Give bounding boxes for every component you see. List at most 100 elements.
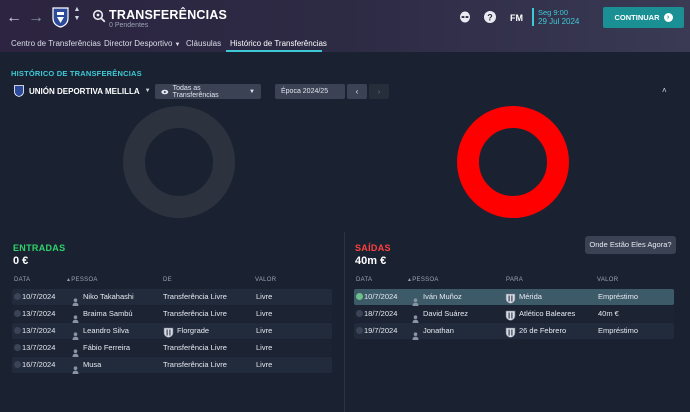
fm-menu-button[interactable]: FM: [510, 13, 523, 23]
tab-bar: Centro de Transferências Director Despor…: [0, 36, 690, 52]
cell-to-club[interactable]: 26 de Febrero: [519, 326, 566, 335]
person-icon: [412, 310, 419, 323]
column-person[interactable]: ▲PESSOA: [66, 277, 98, 283]
person-icon: [72, 310, 79, 323]
alien-icon[interactable]: [458, 10, 472, 24]
person-icon: [72, 327, 79, 340]
next-season-button[interactable]: ›: [369, 84, 389, 99]
cell-value: 40m €: [598, 309, 619, 318]
outgoing-heading: SAÍDAS: [355, 243, 391, 253]
active-tab-indicator: [226, 50, 322, 52]
cell-person[interactable]: Fábio Ferreira: [83, 343, 130, 352]
table-row[interactable]: 10/7/2024 Niko Takahashi Transferência Liv…: [12, 289, 332, 306]
cell-date: 13/7/2024: [22, 326, 56, 335]
table-row[interactable]: 10/7/2024 Iván Muñoz Mérida Empréstimo: [354, 289, 674, 306]
club-logo-icon: [505, 308, 516, 321]
person-icon: [412, 327, 419, 340]
cell-person[interactable]: David Suárez: [423, 309, 468, 318]
previous-season-button[interactable]: ‹: [347, 84, 367, 99]
cell-person[interactable]: Niko Takahashi: [83, 292, 134, 301]
column-value[interactable]: VALOR: [597, 277, 618, 283]
table-row[interactable]: 19/7/2024 Jonathan 26 de Febrero Empréstimo: [354, 323, 674, 340]
club-crest-icon: [14, 85, 24, 97]
table-row[interactable]: 13/7/2024 Leandro Silva Florgrade Livre: [12, 323, 332, 340]
cell-value: Livre: [256, 360, 273, 369]
outgoing-donut-ring: [457, 106, 569, 218]
continue-button[interactable]: CONTINUAR ›: [603, 7, 684, 28]
column-value[interactable]: VALOR: [255, 277, 276, 283]
cell-person[interactable]: Iván Muñoz: [423, 292, 462, 301]
cell-person[interactable]: Leandro Silva: [83, 326, 129, 335]
cell-from-club[interactable]: Florgrade: [177, 326, 209, 335]
cell-date: 16/7/2024: [22, 360, 56, 369]
column-divider: [344, 232, 345, 412]
tab-transfer-centre[interactable]: Centro de Transferências: [11, 39, 101, 48]
chevron-down-icon: ▼: [174, 42, 181, 48]
cell-person[interactable]: Braima Sambú: [83, 309, 133, 318]
cell-to-club[interactable]: Mérida: [519, 292, 542, 301]
column-from[interactable]: DE: [163, 277, 172, 283]
tab-director-of-football[interactable]: Director Desportivo ▼: [104, 39, 180, 48]
cell-date: 18/7/2024: [364, 309, 398, 318]
person-icon: [72, 293, 79, 306]
filter-label: Todas as Transferências: [172, 84, 219, 99]
season-dropdown[interactable]: Época 2024/25: [275, 84, 345, 99]
current-time: Seg 9:00: [538, 8, 569, 17]
current-date: 29 Jul 2024: [538, 17, 580, 26]
cell-from-club[interactable]: Transferência Livre: [163, 360, 227, 369]
cell-date: 19/7/2024: [364, 326, 398, 335]
cell-date: 13/7/2024: [22, 343, 56, 352]
person-icon: [72, 361, 79, 374]
status-dot-icon: [356, 310, 363, 317]
cell-from-club[interactable]: Transferência Livre: [163, 343, 227, 352]
outgoing-donut-chart: [457, 106, 569, 218]
cell-person[interactable]: Musa: [83, 360, 101, 369]
svg-text:?: ?: [487, 12, 493, 22]
search-icon: [92, 9, 106, 23]
forward-arrow-icon[interactable]: →: [27, 9, 45, 27]
tab-clauses[interactable]: Cláusulas: [186, 39, 221, 48]
collapse-button[interactable]: ˄: [662, 86, 667, 95]
column-date[interactable]: DATA: [14, 277, 30, 283]
incoming-heading: ENTRADAS: [13, 243, 66, 253]
column-person[interactable]: ▲PESSOA: [407, 277, 439, 283]
section-title: HISTÓRICO DE TRANSFERÊNCIAS: [11, 69, 142, 78]
incoming-total: 0 €: [13, 255, 29, 267]
table-row[interactable]: 16/7/2024 Musa Transferência Livre Livre: [12, 357, 332, 374]
page-title: TRANSFERÊNCIAS: [109, 8, 228, 22]
eye-icon: [161, 89, 169, 94]
column-to[interactable]: PARA: [506, 277, 523, 283]
club-name: UNIÓN DEPORTIVA MELILLA: [29, 86, 140, 96]
cell-date: 13/7/2024: [22, 309, 56, 318]
cell-from-club[interactable]: Transferência Livre: [163, 292, 227, 301]
arrow-right-icon: ›: [663, 13, 673, 22]
where-are-they-now-button[interactable]: Onde Estão Eles Agora?: [585, 236, 676, 254]
top-bar: ← → ▲ ▼ TRANSFERÊNCIAS 0 Pendentes ? FM …: [0, 0, 690, 52]
cell-value: Livre: [256, 292, 273, 301]
status-dot-icon: [14, 327, 21, 334]
transfer-filter-dropdown[interactable]: Todas as Transferências ▼: [155, 84, 261, 99]
person-icon: [72, 344, 79, 357]
chevron-down-icon[interactable]: ▼: [73, 15, 81, 23]
back-arrow-icon[interactable]: ←: [5, 9, 23, 27]
club-crest-icon[interactable]: [52, 6, 69, 28]
cell-to-club[interactable]: Atlético Baleares: [519, 309, 575, 318]
tab-transfer-history[interactable]: Histórico de Transferências: [230, 39, 327, 48]
cell-person[interactable]: Jonathan: [423, 326, 454, 335]
club-logo-icon: [163, 325, 174, 338]
season-label: Época 2024/25: [281, 88, 329, 95]
incoming-donut-ring: [123, 106, 235, 218]
column-date[interactable]: DATA: [356, 277, 372, 283]
table-row[interactable]: 13/7/2024 Braima Sambú Transferência Livre…: [12, 306, 332, 323]
pending-count: 0 Pendentes: [109, 22, 149, 29]
help-icon[interactable]: ?: [483, 10, 497, 24]
status-dot-icon: [356, 293, 363, 300]
cell-from-club[interactable]: Transferência Livre: [163, 309, 227, 318]
cell-value: Livre: [256, 309, 273, 318]
table-row[interactable]: 13/7/2024 Fábio Ferreira Transferência Liv…: [12, 340, 332, 357]
cell-value: Empréstimo: [598, 292, 639, 301]
club-selector[interactable]: UNIÓN DEPORTIVA MELILLA ▼: [14, 85, 151, 97]
table-row[interactable]: 18/7/2024 David Suárez Atlético Baleares 40…: [354, 306, 674, 323]
chevron-up-icon[interactable]: ▲: [73, 6, 81, 14]
outgoing-total: 40m €: [355, 255, 387, 267]
